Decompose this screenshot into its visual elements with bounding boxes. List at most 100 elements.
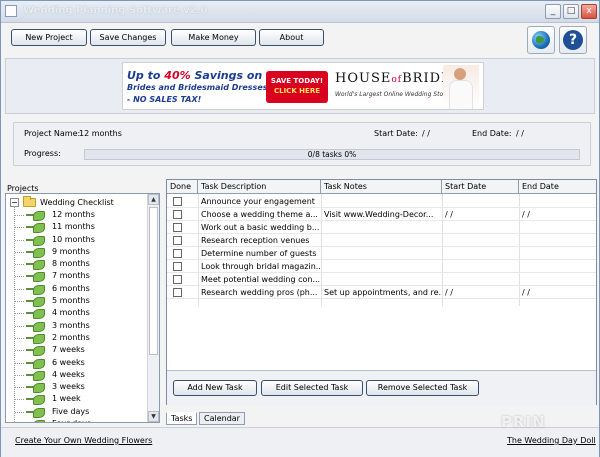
table-row[interactable]: Research wedding pros (ph... Set up appoi… — [167, 286, 596, 299]
create-flowers-link[interactable]: Create Your Own Wedding Flowers — [15, 436, 152, 445]
table-row[interactable]: Meet potential wedding con... — [167, 273, 596, 286]
tree-item[interactable]: 4 weeks — [6, 369, 146, 381]
ad-headline-suffix: Savings on — [194, 69, 263, 82]
save-changes-button[interactable]: Save Changes — [90, 29, 166, 46]
add-new-task-button[interactable]: Add New Task — [173, 380, 257, 396]
ad-banner[interactable]: Up to 40% Savings on Brides and Bridesma… — [122, 62, 484, 110]
ad-badge-line2: CLICK HERE — [273, 87, 320, 95]
tree-item[interactable]: 6 weeks — [6, 357, 146, 369]
tree-item[interactable]: 11 months — [6, 221, 146, 234]
minimize-button[interactable]: _ — [545, 4, 561, 19]
tree-scrollbar[interactable]: ▲ ▼ — [147, 194, 159, 422]
column-task-description[interactable]: Task Description — [198, 180, 321, 194]
tree-item[interactable]: 10 months — [6, 234, 146, 246]
tree-item[interactable]: 4 months — [6, 307, 146, 320]
ad-headline-pct: 40% — [164, 69, 191, 82]
tasks-grid[interactable]: Done Task Description Task Notes Start D… — [166, 179, 597, 405]
tree-item[interactable]: 6 months — [6, 283, 146, 295]
projects-tree[interactable]: − Wedding Checklist 12 months 11 months 10… — [5, 193, 160, 423]
done-checkbox[interactable] — [173, 249, 182, 258]
tree-item[interactable]: 12 months — [6, 209, 146, 221]
checklist-item-icon — [26, 395, 45, 406]
footer: Create Your Own Wedding Flowers The Wedd… — [1, 427, 599, 457]
checklist-item-icon — [26, 358, 45, 369]
checklist-item-icon — [26, 223, 45, 234]
checklist-item-icon — [26, 272, 45, 283]
table-row[interactable]: Announce your engagement — [167, 195, 596, 208]
about-button[interactable]: About — [259, 29, 324, 46]
done-checkbox[interactable] — [173, 223, 182, 232]
done-checkbox[interactable] — [173, 288, 182, 297]
table-row[interactable]: Research reception venues — [167, 234, 596, 247]
start-date-cell — [442, 195, 519, 208]
done-checkbox[interactable] — [173, 210, 182, 219]
tree-item[interactable]: 8 months — [6, 258, 146, 271]
end-date-cell — [519, 247, 598, 260]
checklist-item-icon — [26, 284, 45, 295]
project-info-panel: Project Name: 12 months Start Date: / / … — [13, 122, 591, 166]
start-date-cell — [442, 260, 519, 273]
table-row[interactable]: Choose a wedding theme a... Visit www.Wed… — [167, 208, 596, 221]
checklist-item-icon — [26, 235, 45, 246]
tree-item-label: 8 months — [52, 259, 90, 269]
tree-item[interactable]: 7 weeks — [6, 344, 146, 357]
table-row[interactable]: Work out a basic wedding b... — [167, 221, 596, 234]
tree-item[interactable]: 5 months — [6, 295, 146, 308]
end-date-cell — [519, 234, 598, 247]
task-description-cell: Choose a wedding theme a... — [201, 210, 318, 219]
column-task-notes[interactable]: Task Notes — [321, 180, 442, 194]
progress-label: Progress: — [24, 149, 61, 158]
app-icon — [5, 5, 17, 17]
tree-item[interactable]: Four days — [6, 418, 146, 422]
done-checkbox[interactable] — [173, 236, 182, 245]
tab-tasks[interactable]: Tasks — [166, 412, 198, 425]
progress-text: 0/8 tasks 0% — [307, 150, 357, 159]
task-description-cell: Work out a basic wedding b... — [201, 223, 320, 232]
start-date-cell — [442, 247, 519, 260]
ad-brand-of: of — [391, 75, 403, 85]
column-done[interactable]: Done — [167, 180, 198, 194]
tree-item[interactable]: 7 months — [6, 270, 146, 283]
ad-no-tax: - NO SALES TAX! — [127, 95, 202, 104]
ad-save-badge[interactable]: SAVE TODAY! CLICK HERE — [266, 71, 328, 103]
end-date-label: End Date: — [472, 129, 512, 138]
web-button[interactable] — [527, 26, 555, 54]
window-title: Wedding Planning Software v2.0 — [23, 5, 208, 16]
edit-selected-task-button[interactable]: Edit Selected Task — [261, 380, 363, 396]
start-date-value: / / — [422, 129, 430, 138]
done-checkbox[interactable] — [173, 275, 182, 284]
done-checkbox[interactable] — [173, 262, 182, 271]
task-description-cell: Announce your engagement — [201, 197, 315, 206]
new-project-button[interactable]: New Project — [11, 29, 87, 46]
column-start-date[interactable]: Start Date — [442, 180, 519, 194]
maximize-button[interactable]: □ — [563, 4, 579, 19]
done-checkbox[interactable] — [173, 197, 182, 206]
checklist-item-icon — [26, 247, 45, 258]
project-name-value: 12 months — [79, 129, 122, 138]
tree-item[interactable]: 9 months — [6, 246, 146, 258]
scroll-down-icon[interactable]: ▼ — [148, 411, 159, 422]
scroll-up-icon[interactable]: ▲ — [148, 194, 159, 205]
wedding-day-doll-link[interactable]: The Wedding Day Doll — [507, 436, 596, 445]
tree-item[interactable]: 1 week — [6, 393, 146, 406]
checklist-item-icon — [26, 321, 45, 332]
tab-calendar[interactable]: Calendar — [199, 412, 245, 425]
task-notes-cell — [321, 247, 442, 260]
checklist-item-icon — [26, 309, 45, 320]
help-icon: ? — [563, 30, 583, 50]
help-button[interactable]: ? — [559, 26, 587, 54]
table-row[interactable]: Determine number of guests — [167, 247, 596, 260]
table-row[interactable]: Look through bridal magazin... — [167, 260, 596, 273]
tree-item[interactable]: 3 months — [6, 320, 146, 332]
close-button[interactable]: x — [581, 4, 597, 19]
start-date-cell: / / — [445, 210, 453, 219]
tree-item[interactable]: 2 months — [6, 332, 146, 344]
scroll-thumb[interactable] — [149, 207, 158, 355]
remove-selected-task-button[interactable]: Remove Selected Task — [366, 380, 479, 396]
task-actions: Add New Task Edit Selected Task Remove S… — [167, 370, 596, 405]
tree-item[interactable]: 3 weeks — [6, 381, 146, 394]
column-end-date[interactable]: End Date — [519, 180, 598, 194]
tree-item[interactable]: Five days — [6, 406, 146, 418]
checklist-item-icon — [26, 211, 45, 221]
make-money-button[interactable]: Make Money — [171, 29, 256, 46]
